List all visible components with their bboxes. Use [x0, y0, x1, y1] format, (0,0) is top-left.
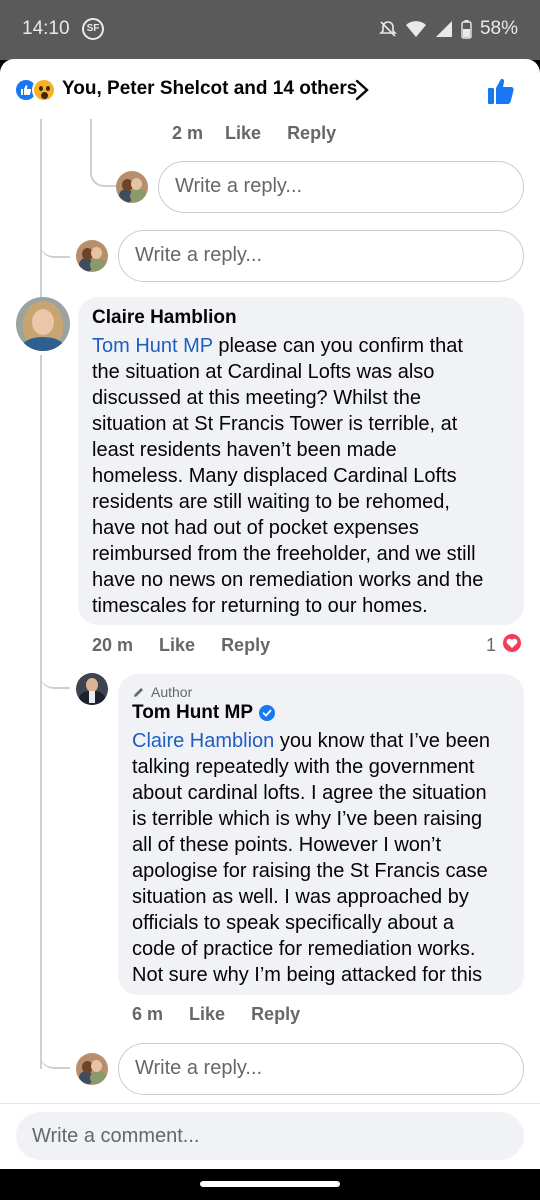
comment-line: discussed at this meeting? Whilst the — [92, 387, 422, 409]
comment-line: the situation at Cardinal Lofts was also — [92, 361, 435, 383]
tom-comment-meta: 6 m Like Reply — [132, 1004, 300, 1025]
reply-input-nested[interactable]: Write a reply... — [158, 161, 524, 213]
comment-line: code of practice for remediation works. — [132, 938, 476, 960]
comment-author: Tom Hunt MP — [132, 702, 510, 724]
reactions-summary: You, Peter Shelcot and 14 others — [62, 78, 358, 99]
thread-curve-outer — [40, 234, 70, 258]
comment-bubble-claire: Claire Hamblion Tom Hunt MP please can y… — [78, 297, 524, 625]
comment-line: you know that I’ve been — [279, 730, 490, 752]
top-reply-like-button[interactable]: Like — [225, 123, 261, 144]
wow-reaction-icon — [32, 78, 56, 102]
top-reply-reply-button[interactable]: Reply — [287, 123, 336, 144]
comment-line: is terrible which is why I’ve been raisi… — [132, 808, 483, 830]
avatar — [76, 1053, 108, 1085]
top-reply-time: 2 m — [172, 123, 204, 143]
thread-curve-bottom — [40, 1049, 70, 1069]
tom-like-button[interactable]: Like — [189, 1004, 225, 1025]
comment-line: apologise for raising the St Francis cas… — [132, 860, 488, 882]
comment-composer: Write a comment... — [0, 1103, 540, 1169]
battery-percent: 58% — [479, 18, 518, 39]
status-icons: 58% — [379, 18, 518, 40]
reactions-bar[interactable]: You, Peter Shelcot and 14 others — [0, 59, 540, 119]
author-badge-label: Author — [151, 684, 193, 700]
comment-input[interactable]: Write a comment... — [16, 1112, 524, 1160]
home-gesture-bar[interactable] — [200, 1181, 340, 1187]
comment-line: residents are still waiting to be rehome… — [92, 491, 450, 513]
battery-icon — [461, 19, 472, 39]
status-bar: 14:10 SF 58% — [0, 0, 540, 60]
avatar — [116, 171, 148, 203]
verified-badge-icon — [259, 705, 276, 721]
comment-body: Claire Hamblion you know that I’ve been … — [132, 728, 510, 988]
signal-icon — [435, 21, 452, 37]
claire-comment-meta: 20 m Like Reply — [92, 635, 270, 656]
sf-badge-icon: SF — [82, 18, 104, 40]
reply-input-thread[interactable]: Write a reply... — [118, 230, 524, 282]
comment-author-name[interactable]: Tom Hunt MP — [132, 702, 253, 724]
comment-author[interactable]: Claire Hamblion — [92, 307, 510, 329]
comment-line: have not had out of pocket expenses — [92, 517, 419, 539]
claire-reply-button[interactable]: Reply — [221, 635, 270, 656]
comment-line: situation at St Francis Tower is terribl… — [92, 413, 458, 435]
wifi-icon — [405, 21, 426, 37]
chevron-right-icon — [355, 79, 369, 101]
thread-curve-top-reply — [90, 119, 116, 187]
tom-reply-button[interactable]: Reply — [251, 1004, 300, 1025]
mention-link[interactable]: Tom Hunt MP — [92, 335, 213, 357]
comments-sheet: You, Peter Shelcot and 14 others 2 m Lik… — [0, 59, 540, 1169]
avatar — [76, 240, 108, 272]
comment-line: situation as well. I was approached by — [132, 886, 469, 908]
pencil-icon — [134, 687, 143, 697]
heart-reaction-icon[interactable] — [501, 632, 523, 654]
tom-time: 6 m — [132, 1004, 164, 1024]
comment-line: officials to speak specifically about a — [132, 912, 455, 934]
thread-line-outer-top — [40, 119, 42, 314]
comment-line: homeless. Many displaced Cardinal Lofts — [92, 465, 457, 487]
reply-input-bottom[interactable]: Write a reply... — [118, 1043, 524, 1095]
comment-line: all of these points. However I won’t — [132, 834, 442, 856]
avatar-claire[interactable] — [16, 297, 70, 351]
comment-line: please can you confirm that — [218, 335, 463, 357]
comment-body: Tom Hunt MP please can you confirm that … — [92, 333, 510, 619]
comment-line: timescales for returning to our homes. — [92, 595, 428, 617]
author-badge: Author — [132, 684, 510, 700]
comment-bubble-tom: Author Tom Hunt MP Claire Hamblion you k… — [118, 674, 524, 995]
mention-link[interactable]: Claire Hamblion — [132, 730, 274, 752]
dnd-off-icon — [379, 21, 397, 37]
comment-line: talking repeatedly with the government — [132, 756, 475, 778]
thread-line-bottom — [40, 995, 42, 1069]
reaction-icons — [14, 78, 58, 102]
thread-curve-tom — [40, 659, 70, 689]
comment-line: reimbursed from the freeholder, and we s… — [92, 543, 476, 565]
top-reply-meta: 2 m Like Reply — [172, 123, 336, 144]
like-thumb-icon[interactable] — [486, 76, 516, 106]
system-nav-bar — [0, 1169, 540, 1200]
reaction-count: 1 — [486, 635, 497, 655]
comment-line: have no news on remediation works and th… — [92, 569, 484, 591]
comment-line: least residents haven’t been made — [92, 439, 397, 461]
comment-line: about cardinal lofts. I agree the situat… — [132, 782, 487, 804]
status-time: 14:10 — [22, 18, 70, 39]
claire-time: 20 m — [92, 635, 134, 655]
claire-like-button[interactable]: Like — [159, 635, 195, 656]
comment-line: Not sure why I’m being attacked for this — [132, 964, 483, 986]
avatar-tom[interactable] — [76, 673, 108, 705]
